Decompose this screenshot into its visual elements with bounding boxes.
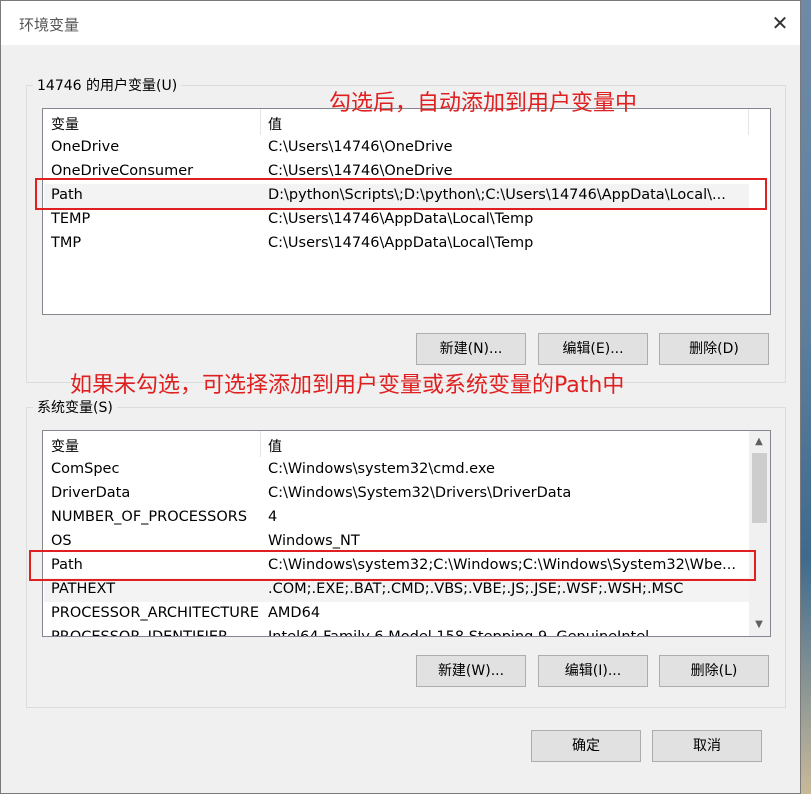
system-var-row[interactable]: PROCESSOR_IDENTIFIER Intel64 Family 6 Mo… bbox=[44, 626, 749, 637]
var-name: OneDriveConsumer bbox=[51, 163, 194, 179]
user-delete-button[interactable]: 删除(D) bbox=[659, 333, 769, 365]
environment-variables-dialog: 环境变量 ✕ 14746 的用户变量(U) 变量 值 OneDrive C:\U… bbox=[0, 0, 801, 794]
var-value: C:\Users\14746\AppData\Local\Temp bbox=[268, 235, 534, 251]
var-name: OneDrive bbox=[51, 139, 120, 155]
system-list-scrollbar[interactable]: ▲ ▼ bbox=[749, 431, 770, 636]
user-var-row[interactable]: TMP C:\Users\14746\AppData\Local\Temp bbox=[44, 232, 749, 256]
user-var-row[interactable]: TEMP C:\Users\14746\AppData\Local\Temp bbox=[44, 208, 749, 232]
scrollbar-thumb[interactable] bbox=[752, 453, 767, 523]
var-name: NUMBER_OF_PROCESSORS bbox=[51, 509, 248, 525]
system-delete-button[interactable]: 删除(L) bbox=[659, 655, 769, 687]
system-col-name-header[interactable]: 变量 bbox=[51, 436, 79, 456]
chevron-down-icon[interactable]: ▼ bbox=[751, 617, 767, 633]
chevron-up-icon[interactable]: ▲ bbox=[751, 434, 767, 450]
var-name: OS bbox=[51, 533, 72, 549]
var-value: 4 bbox=[268, 509, 278, 525]
annotation-top: 勾选后，自动添加到用户变量中 bbox=[329, 91, 638, 116]
var-value: Intel64 Family 6 Model 158 Stepping 9, G… bbox=[268, 629, 650, 637]
user-variables-legend: 14746 的用户变量(U) bbox=[37, 78, 178, 94]
column-separator[interactable] bbox=[260, 431, 261, 457]
cancel-button[interactable]: 取消 bbox=[652, 730, 762, 762]
var-value: Windows_NT bbox=[268, 533, 360, 549]
var-value: C:\Windows\system32\cmd.exe bbox=[268, 461, 495, 477]
var-value: C:\Users\14746\AppData\Local\Temp bbox=[268, 211, 534, 227]
system-var-row[interactable]: PATHEXT .COM;.EXE;.BAT;.CMD;.VBS;.VBE;.J… bbox=[44, 578, 749, 602]
system-var-row[interactable]: NUMBER_OF_PROCESSORS 4 bbox=[44, 506, 749, 530]
close-icon[interactable]: ✕ bbox=[768, 11, 792, 35]
system-var-row[interactable]: DriverData C:\Windows\System32\Drivers\D… bbox=[44, 482, 749, 506]
title-bar: 环境变量 ✕ bbox=[1, 1, 800, 45]
var-name: ComSpec bbox=[51, 461, 120, 477]
var-name: PATHEXT bbox=[51, 581, 116, 597]
user-col-name-header[interactable]: 变量 bbox=[51, 114, 79, 134]
system-variables-list[interactable]: 变量 值 ComSpec C:\Windows\system32\cmd.exe… bbox=[42, 430, 771, 637]
user-path-highlight-box bbox=[35, 178, 767, 210]
user-new-button[interactable]: 新建(N)... bbox=[416, 333, 526, 365]
ok-button[interactable]: 确定 bbox=[531, 730, 641, 762]
window-title: 环境变量 bbox=[19, 16, 80, 34]
var-value: C:\Users\14746\OneDrive bbox=[268, 163, 453, 179]
var-value: C:\Windows\System32\Drivers\DriverData bbox=[268, 485, 572, 501]
var-name: TEMP bbox=[51, 211, 91, 227]
system-edit-button[interactable]: 编辑(I)... bbox=[538, 655, 648, 687]
system-col-value-header[interactable]: 值 bbox=[268, 436, 282, 456]
column-separator[interactable] bbox=[260, 109, 261, 135]
column-separator[interactable] bbox=[748, 109, 749, 135]
system-variables-legend: 系统变量(S) bbox=[37, 400, 113, 416]
var-name: DriverData bbox=[51, 485, 131, 501]
system-list-header: 变量 值 bbox=[43, 431, 770, 457]
system-var-row[interactable]: PROCESSOR_ARCHITECTURE AMD64 bbox=[44, 602, 749, 626]
annotation-middle: 如果未勾选，可选择添加到用户变量或系统变量的Path中 bbox=[70, 373, 625, 398]
var-value: .COM;.EXE;.BAT;.CMD;.VBS;.VBE;.JS;.JSE;.… bbox=[268, 581, 684, 597]
var-name: TMP bbox=[51, 235, 82, 251]
system-path-highlight-box bbox=[29, 550, 756, 581]
system-new-button[interactable]: 新建(W)... bbox=[416, 655, 526, 687]
var-value: AMD64 bbox=[268, 605, 321, 621]
system-var-row[interactable]: ComSpec C:\Windows\system32\cmd.exe bbox=[44, 458, 749, 482]
var-name: PROCESSOR_ARCHITECTURE bbox=[51, 605, 260, 621]
user-col-value-header[interactable]: 值 bbox=[268, 114, 282, 134]
user-var-row[interactable]: OneDrive C:\Users\14746\OneDrive bbox=[44, 136, 749, 160]
var-value: C:\Users\14746\OneDrive bbox=[268, 139, 453, 155]
user-edit-button[interactable]: 编辑(E)... bbox=[538, 333, 648, 365]
var-name: PROCESSOR_IDENTIFIER bbox=[51, 629, 229, 637]
user-variables-list[interactable]: 变量 值 OneDrive C:\Users\14746\OneDrive On… bbox=[42, 108, 771, 315]
